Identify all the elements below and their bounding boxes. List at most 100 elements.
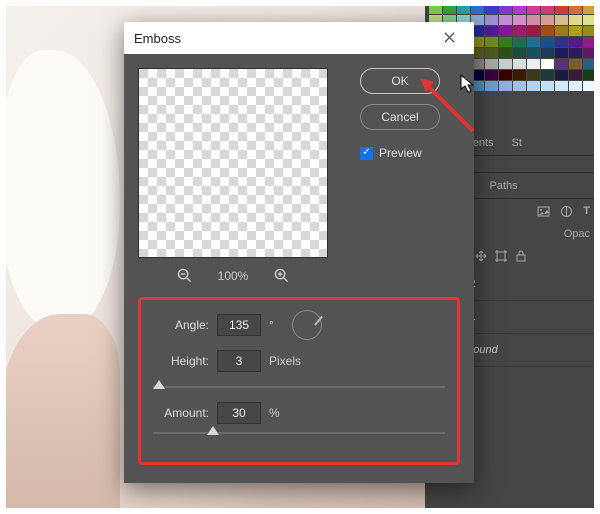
lock-icon[interactable] (515, 250, 527, 262)
swatch[interactable] (569, 59, 582, 69)
swatch[interactable] (499, 4, 512, 14)
swatch[interactable] (485, 26, 498, 36)
swatch[interactable] (527, 26, 540, 36)
cancel-button[interactable]: Cancel (360, 104, 440, 130)
swatch[interactable] (555, 26, 568, 36)
angle-dial[interactable] (292, 310, 322, 340)
preview-checkbox[interactable]: Preview (360, 146, 422, 160)
swatch[interactable] (541, 37, 554, 47)
swatch[interactable] (583, 4, 596, 14)
swatch[interactable] (499, 81, 512, 91)
swatch[interactable] (429, 4, 442, 14)
dialog-titlebar[interactable]: Emboss (124, 22, 474, 54)
swatch[interactable] (569, 26, 582, 36)
swatch[interactable] (513, 48, 526, 58)
height-slider[interactable] (153, 382, 445, 392)
swatch[interactable] (555, 81, 568, 91)
swatch[interactable] (471, 4, 484, 14)
swatch[interactable] (541, 48, 554, 58)
swatch[interactable] (499, 15, 512, 25)
swatch[interactable] (569, 15, 582, 25)
swatch[interactable] (485, 59, 498, 69)
swatch[interactable] (583, 70, 596, 80)
swatch[interactable] (499, 59, 512, 69)
swatch[interactable] (499, 26, 512, 36)
close-icon[interactable] (434, 31, 464, 46)
swatch[interactable] (527, 81, 540, 91)
swatch[interactable] (499, 37, 512, 47)
amount-unit: % (269, 406, 280, 420)
amount-label: Amount: (153, 406, 209, 420)
swatch[interactable] (527, 37, 540, 47)
image-icon[interactable] (537, 205, 550, 218)
swatch[interactable] (541, 70, 554, 80)
type-icon[interactable]: T (583, 205, 590, 218)
artboard-icon[interactable] (495, 250, 507, 262)
swatch[interactable] (485, 48, 498, 58)
swatch[interactable] (527, 59, 540, 69)
swatch[interactable] (499, 48, 512, 58)
swatch[interactable] (583, 37, 596, 47)
move-icon[interactable] (475, 250, 487, 262)
amount-slider[interactable] (153, 428, 445, 438)
swatch[interactable] (513, 59, 526, 69)
swatch[interactable] (541, 15, 554, 25)
swatch[interactable] (485, 37, 498, 47)
swatch[interactable] (457, 4, 470, 14)
swatch[interactable] (541, 81, 554, 91)
params-highlight-box: Angle: ° Height: Pixels Amount: % (138, 297, 460, 465)
swatch[interactable] (513, 15, 526, 25)
angle-input[interactable] (217, 314, 261, 336)
ok-button[interactable]: OK (360, 68, 440, 94)
swatch[interactable] (443, 4, 456, 14)
amount-input[interactable] (217, 402, 261, 424)
swatch[interactable] (485, 4, 498, 14)
swatch[interactable] (485, 81, 498, 91)
emboss-dialog: Emboss OK Cancel Preview 100% Angle: ° (124, 22, 474, 483)
swatch[interactable] (583, 81, 596, 91)
preview-label: Preview (379, 146, 422, 160)
swatch[interactable] (569, 37, 582, 47)
swatch[interactable] (527, 48, 540, 58)
swatch[interactable] (485, 15, 498, 25)
swatch[interactable] (583, 59, 596, 69)
swatch[interactable] (583, 26, 596, 36)
swatch[interactable] (569, 70, 582, 80)
swatch[interactable] (569, 4, 582, 14)
zoom-out-icon[interactable] (177, 268, 192, 283)
swatch[interactable] (513, 81, 526, 91)
checkbox-icon (360, 147, 373, 160)
swatch[interactable] (583, 15, 596, 25)
swatch[interactable] (527, 15, 540, 25)
swatch[interactable] (555, 48, 568, 58)
swatch[interactable] (513, 4, 526, 14)
swatch[interactable] (555, 15, 568, 25)
swatch[interactable] (541, 59, 554, 69)
angle-unit: ° (269, 318, 274, 332)
swatch[interactable] (513, 37, 526, 47)
swatch[interactable] (555, 4, 568, 14)
swatch[interactable] (527, 70, 540, 80)
tab-paths[interactable]: Paths (490, 180, 518, 192)
height-label: Height: (153, 354, 209, 368)
preview-area[interactable] (138, 68, 328, 258)
swatch[interactable] (499, 70, 512, 80)
swatch[interactable] (555, 37, 568, 47)
swatch[interactable] (527, 4, 540, 14)
zoom-in-icon[interactable] (274, 268, 289, 283)
height-input[interactable] (217, 350, 261, 372)
swatch[interactable] (513, 70, 526, 80)
swatch[interactable] (485, 70, 498, 80)
swatch[interactable] (513, 26, 526, 36)
swatch[interactable] (555, 70, 568, 80)
swatch[interactable] (569, 48, 582, 58)
tab-styles[interactable]: St (512, 137, 522, 149)
swatch[interactable] (569, 81, 582, 91)
swatch[interactable] (583, 48, 596, 58)
zoom-controls: 100% (138, 268, 328, 283)
swatch[interactable] (541, 4, 554, 14)
swatch[interactable] (555, 59, 568, 69)
swatch[interactable] (541, 26, 554, 36)
adjust-icon[interactable] (560, 205, 573, 218)
zoom-level[interactable]: 100% (218, 269, 249, 283)
